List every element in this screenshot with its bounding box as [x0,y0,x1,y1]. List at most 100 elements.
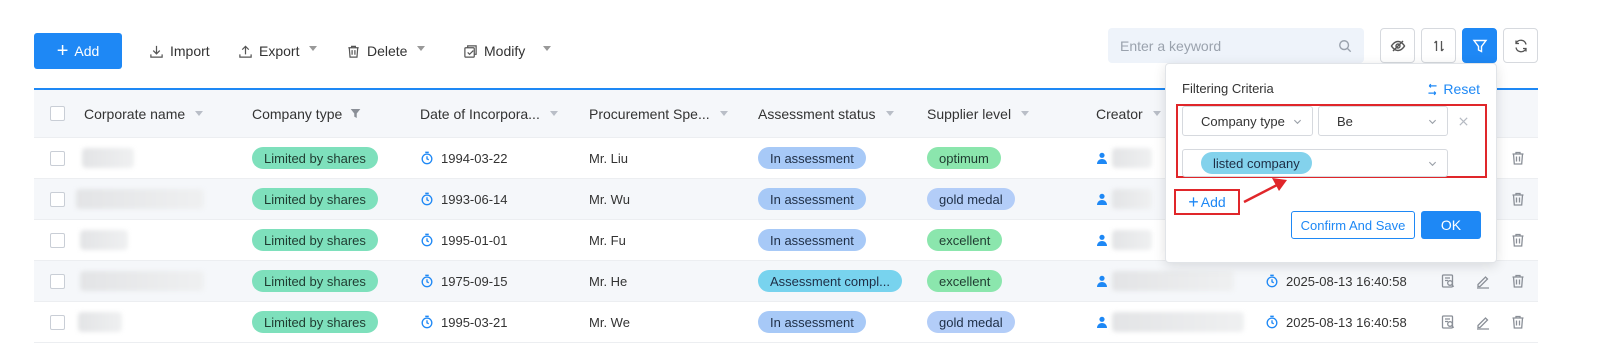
status-badge: In assessment [758,188,866,210]
row-checkbox[interactable] [50,191,65,207]
export-button[interactable]: Export [238,40,318,62]
column-header[interactable]: Supplier level [927,90,1030,137]
add-condition-label: Add [1200,194,1226,210]
column-label: Date of Incorpora... [420,105,540,122]
trash-icon [348,45,359,58]
chevron-down-icon [195,111,204,116]
status-badge: Assessment compl... [758,270,902,292]
supplier-level-tag: gold medal [927,311,1015,333]
supplier-level-tag: gold medal [927,188,1015,210]
view-detail-icon[interactable] [1440,273,1456,289]
trash-icon[interactable] [1510,232,1526,248]
refresh-icon [1514,39,1527,52]
clock-icon [1266,315,1278,329]
supplier-level-tag: excellent [927,229,1003,251]
search-icon[interactable] [1338,39,1352,53]
chevron-down-icon [543,45,552,51]
delete-button[interactable]: Delete [346,40,426,62]
eye-off-icon [1390,40,1405,51]
view-detail-icon[interactable] [1440,314,1456,330]
date-text: 1995-03-21 [441,314,508,330]
edit-icon[interactable] [1475,314,1491,330]
column-header[interactable]: Procurement Spe... [589,90,728,137]
column-label: Supplier level [927,105,1012,122]
plus-icon: + [56,40,69,62]
row-checkbox[interactable] [50,232,65,248]
refresh-button[interactable] [1503,28,1538,63]
column-header[interactable]: Corporate name [84,90,204,137]
add-condition-button[interactable]: + Add [1174,189,1240,215]
annotation-arrow [1243,178,1287,204]
company-type-tag: Limited by shares [252,188,378,210]
sort-button[interactable] [1421,28,1456,63]
status-badge: In assessment [758,147,866,169]
clock-icon [421,274,433,288]
filter-icon[interactable] [350,108,361,119]
table-row[interactable]: Limited by shares 1995-03-21 Mr. We In a… [34,302,1538,343]
filter-title: Filtering Criteria [1182,81,1274,96]
column-label: Assessment status [758,105,876,122]
created-time-text: 2025-08-13 16:40:58 [1286,273,1407,289]
edit-icon[interactable] [1475,273,1491,289]
redacted-corporate-name [80,271,204,291]
specialist-text: Mr. He [589,273,628,289]
column-label: Corporate name [84,105,186,122]
row-checkbox[interactable] [50,314,65,330]
reset-button[interactable]: Reset [1426,81,1480,97]
redacted-corporate-name [82,148,134,168]
redacted-corporate-name [78,312,122,332]
column-header[interactable]: Assessment status [758,90,894,137]
select-all-checkbox[interactable] [50,106,65,121]
user-icon [1097,234,1107,246]
field-select-value: Company type [1201,113,1285,129]
status-badge: In assessment [758,311,866,333]
column-label: Company type [252,105,343,122]
selected-value-tag[interactable]: listed company [1201,152,1312,174]
user-icon [1097,152,1107,164]
field-select[interactable]: Company type [1182,106,1313,136]
company-type-tag: Limited by shares [252,147,378,169]
chevron-down-icon [1021,111,1030,116]
hide-columns-button[interactable] [1380,28,1415,63]
column-label: Creator [1096,105,1143,122]
company-type-tag: Limited by shares [252,311,378,333]
trash-icon[interactable] [1510,150,1526,166]
trash-icon[interactable] [1510,191,1526,207]
chevron-down-icon [417,45,426,51]
plus-icon: + [1188,192,1199,212]
row-checkbox[interactable] [50,273,65,289]
redacted-corporate-name [76,189,204,209]
trash-icon[interactable] [1510,314,1526,330]
modify-label: Modify [484,43,526,59]
reset-label: Reset [1443,81,1480,97]
search-box[interactable] [1108,28,1364,63]
table-row[interactable]: Limited by shares 1975-09-15 Mr. He Asse… [34,261,1538,302]
sort-icon [1433,40,1444,51]
search-input[interactable] [1120,37,1338,54]
confirm-and-save-button[interactable]: Confirm And Save [1291,211,1415,239]
add-button[interactable]: + Add [34,33,122,69]
date-text: 1975-09-15 [441,273,508,289]
redacted-creator [1112,189,1152,209]
created-time-text: 2025-08-13 16:40:58 [1286,314,1407,330]
chevron-down-icon [885,111,894,116]
column-header[interactable]: Date of Incorpora... [420,90,558,137]
column-header[interactable]: Company type [252,90,361,137]
ok-button[interactable]: OK [1421,211,1481,239]
status-badge: In assessment [758,229,866,251]
filter-button[interactable] [1462,28,1497,63]
specialist-text: Mr. Wu [589,191,630,207]
close-icon[interactable] [1458,116,1469,127]
user-icon [1097,193,1107,205]
operator-select[interactable]: Be [1318,106,1448,136]
import-button[interactable]: Import [149,40,210,62]
redacted-creator [1112,148,1152,168]
row-checkbox[interactable] [50,150,65,166]
redacted-creator [1112,230,1152,250]
column-header[interactable]: Creator [1096,90,1161,137]
redacted-creator [1112,271,1234,291]
trash-icon[interactable] [1510,273,1526,289]
value-select[interactable]: listed company [1182,149,1448,177]
modify-button[interactable]: Modify [463,40,552,62]
export-label: Export [259,43,300,59]
